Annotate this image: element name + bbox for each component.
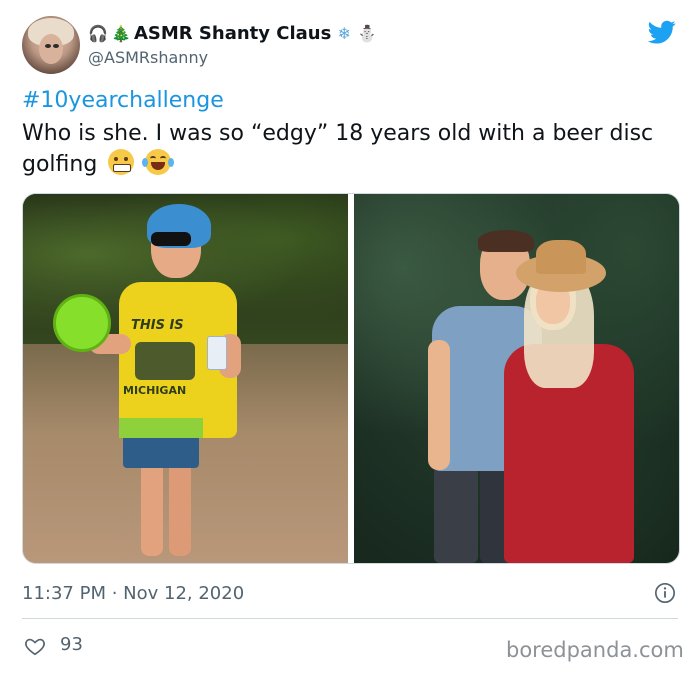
- photo-right[interactable]: [354, 194, 679, 563]
- divider: [22, 618, 678, 619]
- watermark: boredpanda.com: [506, 638, 684, 662]
- hashtag-link[interactable]: #10yearchallenge: [22, 88, 224, 113]
- user-handle[interactable]: @ASMRshanny: [88, 48, 208, 67]
- grimacing-face-icon: [108, 149, 135, 175]
- shirt-text-top: THIS IS: [131, 318, 184, 333]
- tweet-timestamp[interactable]: 11:37 PM · Nov 12, 2020: [22, 583, 244, 604]
- twitter-bird-icon[interactable]: [646, 18, 678, 46]
- tears-of-joy-face-icon: [142, 149, 175, 175]
- tweet-text: Who is she. I was so “edgy” 18 years old…: [22, 118, 672, 180]
- info-icon[interactable]: [654, 582, 676, 604]
- heart-icon[interactable]: [24, 635, 46, 657]
- headphones-icon: 🎧: [88, 23, 108, 43]
- christmas-tree-icon: 🎄: [111, 23, 131, 43]
- like-count[interactable]: 93: [60, 634, 83, 655]
- photo-left[interactable]: THIS IS MICHIGAN: [23, 194, 348, 563]
- avatar[interactable]: [22, 16, 80, 74]
- snowman-icon: ⛄: [357, 23, 378, 43]
- display-name-row[interactable]: 🎧 🎄 ASMR Shanty Claus ❄ ⛄: [88, 20, 377, 46]
- tweet-card: 🎧 🎄 ASMR Shanty Claus ❄ ⛄ @ASMRshanny #1…: [0, 0, 700, 673]
- snowflake-icon: ❄: [337, 23, 352, 43]
- display-name[interactable]: ASMR Shanty Claus: [134, 23, 331, 44]
- frisbee: [53, 294, 111, 352]
- media-grid[interactable]: THIS IS MICHIGAN: [22, 193, 680, 564]
- shirt-text-bottom: MICHIGAN: [123, 384, 187, 397]
